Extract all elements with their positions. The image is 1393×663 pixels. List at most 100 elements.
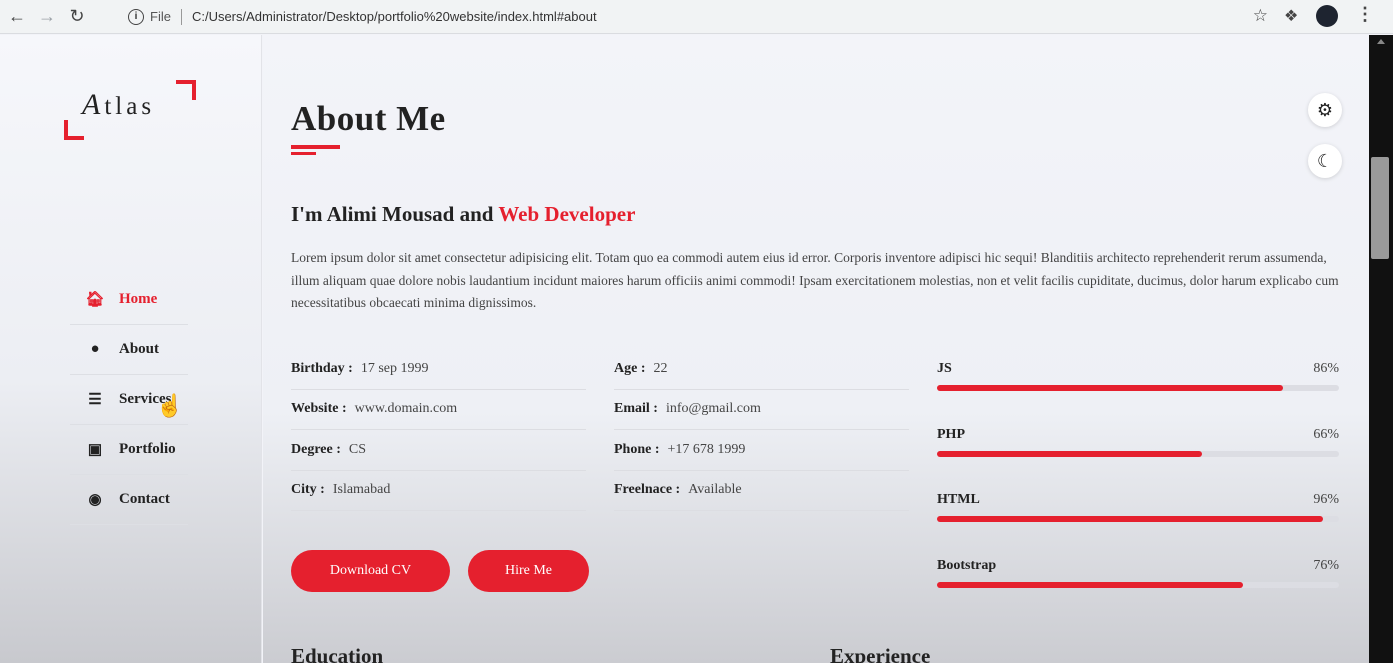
skill-php: PHP 66% [937,423,1339,489]
sidebar-item-label: About [119,341,160,357]
info-row-website: Website : www.domain.com [291,390,586,430]
sidebar-item-portfolio[interactable]: ▣ Portfolio [70,425,188,475]
info-value: CS [348,441,366,457]
skill-name: HTML [937,492,980,507]
scrollbar-thumb[interactable] [1371,157,1389,259]
hire-me-button[interactable]: Hire Me [468,550,589,592]
logo-corner-bottom-left [64,120,84,140]
skill-html: HTML 96% [937,488,1339,554]
skill-name: PHP [937,426,965,442]
info-value: +17 678 1999 [667,441,746,457]
download-cv-button[interactable]: Download CV [291,550,450,592]
logo-rest: tlas [104,93,156,120]
personal-info-left: Birthday : 17 sep 1999 Website : www.domai… [291,349,586,511]
info-row-city: City : Islamabad [291,471,586,511]
headline-role: Web Developer [498,202,636,226]
headline-name: I'm Alimi Mousad and [291,202,499,226]
logo-text: Atlas [82,88,155,122]
briefcase-icon: ▣ [87,442,103,458]
sidebar-item-about[interactable]: ● About [70,325,188,375]
theme-toggle-button[interactable]: ☾ [1308,144,1342,178]
more-menu-icon[interactable]: ⋮ [1356,4,1374,25]
bio-paragraph: Lorem ipsum dolor sit amet consectetur a… [291,250,1339,310]
title-underline [291,145,340,149]
info-value: 22 [653,360,668,376]
settings-button[interactable]: ⚙ [1308,93,1342,127]
back-button[interactable]: ← [4,4,30,30]
url-text[interactable]: C:/Users/Administrator/Desktop/portfolio… [192,9,597,24]
sidebar: Atlas 🏠︎ Home ● About ☰ Services ▣ Portf… [0,35,262,663]
education-title: Education [291,644,384,663]
experience-title: Experience [830,644,931,663]
skill-progress-fill [937,581,1243,588]
info-key: Age : [614,360,646,376]
info-key: Birthday : [291,360,353,376]
skill-js: JS 86% [937,357,1339,423]
star-icon[interactable]: ☆ [1253,6,1268,26]
scroll-up-arrow-icon[interactable] [1377,39,1385,44]
info-key: Phone : [614,441,660,457]
info-row-birthday: Birthday : 17 sep 1999 [291,349,586,390]
info-value: Available [688,482,742,498]
arrow-left-icon: ← [8,6,26,26]
personal-info-right: Age : 22 Email : info@gmail.com Phone : +17… [614,349,909,511]
sidebar-item-label: Home [119,291,158,307]
skills-list: JS 86% PHP 66% HTML 96% Bootstrap 76% [937,357,1339,619]
scheme-label: File [150,9,171,24]
skill-name: Bootstrap [937,557,997,573]
info-row-email: Email : info@gmail.com [614,390,909,430]
info-value: 17 sep 1999 [360,360,429,376]
address-bar[interactable]: i File C:/Users/Administrator/Desktop/po… [118,3,1268,30]
moon-icon: ☾ [1316,150,1334,171]
skill-progress-track [937,385,1339,391]
info-value: info@gmail.com [665,401,761,417]
reload-button[interactable]: ↻ [64,4,90,30]
info-icon[interactable]: i [128,8,144,25]
info-row-age: Age : 22 [614,349,909,390]
sidebar-item-label: Portfolio [119,441,176,457]
skill-percent: 66% [1313,426,1339,442]
info-key: Freelnace : [614,482,681,498]
logo-initial: A [82,88,105,121]
info-row-phone: Phone : +17 678 1999 [614,430,909,471]
info-key: City : [291,482,325,498]
user-icon: ● [90,341,100,357]
skill-progress-track [937,450,1339,457]
skill-percent: 96% [1313,492,1339,507]
skill-progress-fill [937,385,1283,391]
arrow-right-icon: → [38,6,56,26]
info-row-freelance: Freelnace : Available [614,471,909,511]
extensions-icon[interactable]: ❖ [1284,6,1298,26]
skill-progress-track [937,516,1339,522]
page-scrollbar[interactable] [1369,35,1393,663]
intro-headline: I'm Alimi Mousad and Web Developer [291,202,635,227]
reload-icon: ↻ [69,6,85,26]
title-underline-short [291,152,316,155]
skill-progress-fill [937,450,1203,457]
info-key: Website : [291,401,347,417]
sidebar-item-label: Contact [119,491,170,507]
skill-progress-track [937,581,1339,588]
about-section: About Me I'm Alimi Mousad and Web Develo… [263,35,1369,663]
profile-avatar[interactable] [1316,5,1338,27]
page-title: About Me [291,99,446,138]
info-value: www.domain.com [354,401,458,417]
sidebar-item-home[interactable]: 🏠︎ Home [70,275,188,325]
skill-bootstrap: Bootstrap 76% [937,554,1339,620]
browser-toolbar: ← → ↻ i File C:/Users/Administrator/Desk… [0,0,1393,34]
skill-progress-fill [937,516,1323,522]
hand-pointer-cursor: ☝ [156,393,184,418]
chat-icon: ◉ [88,492,102,508]
info-value: Islamabad [332,482,391,498]
sidebar-item-contact[interactable]: ◉ Contact [70,475,188,525]
list-icon: ☰ [88,392,102,408]
logo[interactable]: Atlas [64,80,196,140]
logo-corner-top-right [176,80,196,100]
info-row-degree: Degree : CS [291,430,586,471]
home-icon: 🏠︎ [85,292,105,308]
forward-button[interactable]: → [34,4,60,30]
skill-name: JS [937,361,952,376]
address-divider [180,8,182,25]
info-key: Degree : [291,441,341,457]
skill-percent: 76% [1313,557,1339,573]
